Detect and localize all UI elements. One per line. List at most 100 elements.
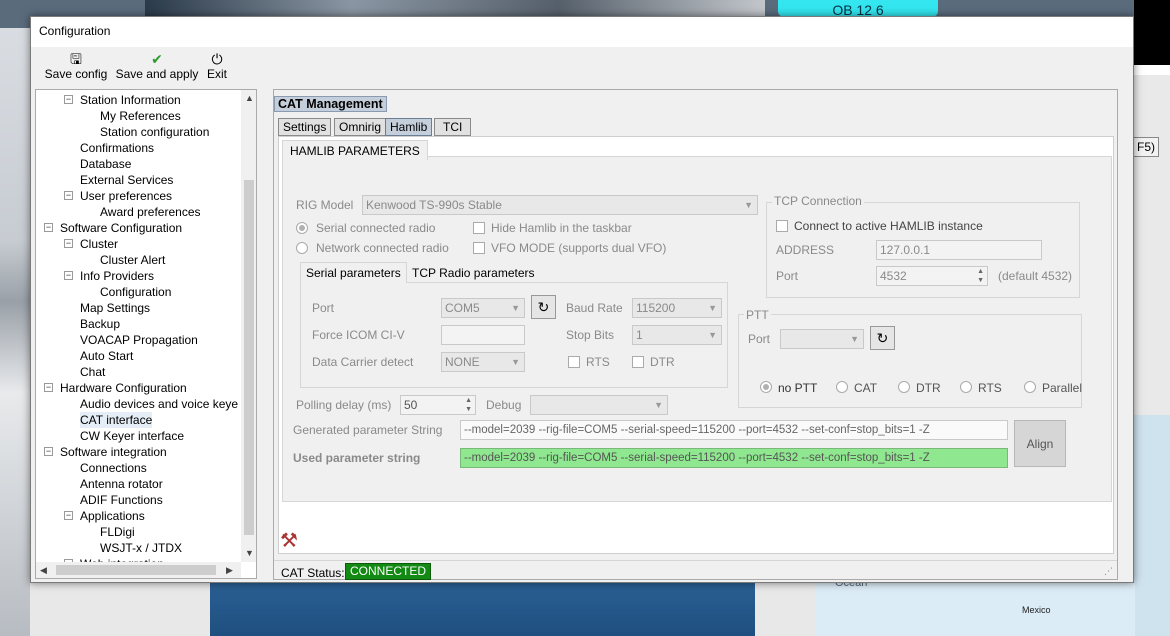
ptt-port-select[interactable]: ▼ xyxy=(780,329,864,349)
tree-item[interactable]: Antenna rotator xyxy=(80,476,163,492)
tree-item[interactable]: Auto Start xyxy=(80,348,133,364)
vfo-mode-checkbox[interactable] xyxy=(473,242,485,254)
settings-tree[interactable]: − Station Information My References Station… xyxy=(35,89,257,579)
cat-status-badge: CONNECTED xyxy=(345,563,432,580)
tree-item[interactable]: CW Keyer interface xyxy=(80,428,184,444)
tab-serial-parameters[interactable]: Serial parameters xyxy=(300,262,407,283)
tree-item[interactable]: Chat xyxy=(80,364,105,380)
ptt-option-radio[interactable] xyxy=(898,381,910,393)
cat-status-label: CAT Status: xyxy=(281,566,345,580)
force-icom-input[interactable] xyxy=(441,325,525,345)
tree-item[interactable]: User preferences xyxy=(80,188,172,204)
rts-checkbox[interactable] xyxy=(568,356,580,368)
tree-horizontal-thumb[interactable] xyxy=(56,565,216,575)
connect-hamlib-label: Connect to active HAMLIB instance xyxy=(794,219,983,233)
ptt-option-radio[interactable] xyxy=(836,381,848,393)
ptt-option-label: RTS xyxy=(978,381,1002,395)
ptt-option-label: CAT xyxy=(854,381,878,395)
chevron-down-icon: ▼ xyxy=(708,330,717,340)
tree-item[interactable]: VOACAP Propagation xyxy=(80,332,198,348)
tab-hamlib[interactable]: Hamlib xyxy=(385,118,433,136)
scroll-left-icon[interactable]: ◀ xyxy=(40,565,47,576)
connect-hamlib-checkbox[interactable] xyxy=(776,220,788,232)
tree-item[interactable]: Info Providers xyxy=(80,268,154,284)
used-parameter-input[interactable]: --model=2039 --rig-file=COM5 --serial-sp… xyxy=(460,448,1008,468)
tree-item[interactable]: Cluster Alert xyxy=(100,252,165,268)
baud-rate-label: Baud Rate xyxy=(566,301,623,315)
tree-item[interactable]: ADIF Functions xyxy=(80,492,163,508)
save-and-apply-button[interactable]: ✔ Save and apply xyxy=(115,51,199,83)
tree-toggle-icon[interactable]: − xyxy=(64,271,73,280)
tree-item[interactable]: External Services xyxy=(80,172,173,188)
tree-toggle-icon[interactable]: − xyxy=(44,447,53,456)
hide-hamlib-checkbox[interactable] xyxy=(473,222,485,234)
tree-item[interactable]: Configuration xyxy=(100,284,171,300)
tree-vertical-thumb[interactable] xyxy=(244,180,254,535)
dtr-checkbox[interactable] xyxy=(632,356,644,368)
tab-tci[interactable]: TCI xyxy=(434,118,472,136)
debug-select[interactable]: ▼ xyxy=(530,395,668,415)
tree-item[interactable]: Station Information xyxy=(80,92,181,108)
tab-hamlib-parameters[interactable]: HAMLIB PARAMETERS xyxy=(282,140,428,160)
title-bar[interactable]: Configuration xyxy=(31,17,1133,47)
tcp-port-spinbox[interactable]: 4532 ▲ ▼ xyxy=(876,266,988,286)
tree-item[interactable]: Audio devices and voice keye xyxy=(80,396,238,412)
tab-omnirig[interactable]: Omnirig xyxy=(334,118,387,136)
data-carrier-detect-select[interactable]: NONE ▼ xyxy=(441,352,525,372)
ptt-port-label: Port xyxy=(748,332,771,346)
refresh-ptt-ports-icon[interactable]: ↻ xyxy=(870,326,895,350)
tree-item[interactable]: My References xyxy=(100,108,181,124)
tab-tcp-radio-parameters[interactable]: TCP Radio parameters xyxy=(408,264,539,282)
tree-item[interactable]: Award preferences xyxy=(100,204,201,220)
tree-toggle-icon[interactable]: − xyxy=(64,191,73,200)
tree-item[interactable]: Database xyxy=(80,156,131,172)
network-radio-button[interactable] xyxy=(296,242,308,254)
tcp-connection-title: TCP Connection xyxy=(772,194,864,208)
polling-delay-spinbox[interactable]: 50 ▲ ▼ xyxy=(400,395,476,415)
tree-toggle-icon[interactable]: − xyxy=(64,95,73,104)
ptt-option-radio[interactable] xyxy=(1024,381,1036,393)
align-button[interactable]: Align xyxy=(1014,420,1066,467)
resize-grip-icon[interactable]: ⋰ xyxy=(1104,566,1113,577)
rig-model-select[interactable]: Kenwood TS-990s Stable ▼ xyxy=(362,195,758,215)
address-label: ADDRESS xyxy=(776,243,835,257)
address-input[interactable]: 127.0.0.1 xyxy=(876,240,1042,260)
background-toolbar xyxy=(1134,75,1170,415)
tree-item[interactable]: Applications xyxy=(80,508,145,524)
tab-settings[interactable]: Settings xyxy=(278,118,332,136)
tree-item[interactable]: FLDigi xyxy=(100,524,135,540)
tree-item[interactable]: Confirmations xyxy=(80,140,154,156)
tree-item[interactable]: Hardware Configuration xyxy=(60,380,187,396)
ptt-option-radio[interactable] xyxy=(960,381,972,393)
scroll-right-icon[interactable]: ▶ xyxy=(226,565,233,576)
tree-item[interactable]: Backup xyxy=(80,316,120,332)
chevron-down-icon: ▼ xyxy=(708,303,717,313)
serial-radio-button[interactable] xyxy=(296,222,308,234)
port-label: Port xyxy=(312,301,335,315)
rig-model-label: RIG Model xyxy=(296,198,354,212)
baud-rate-select[interactable]: 115200 ▼ xyxy=(632,298,722,318)
scroll-down-icon[interactable]: ▼ xyxy=(245,548,254,558)
tree-item[interactable]: Software Configuration xyxy=(60,220,182,236)
tree-item[interactable]: Connections xyxy=(80,460,147,476)
tree-item[interactable]: Software integration xyxy=(60,444,167,460)
tree-toggle-icon[interactable]: − xyxy=(44,223,53,232)
tree-item[interactable]: Map Settings xyxy=(80,300,150,316)
refresh-ports-icon[interactable]: ↻ xyxy=(531,295,556,319)
port-select[interactable]: COM5 ▼ xyxy=(441,298,525,318)
tree-item[interactable]: Cluster xyxy=(80,236,118,252)
tree-toggle-icon[interactable]: − xyxy=(64,511,73,520)
tree-toggle-icon[interactable]: − xyxy=(44,383,53,392)
spinner-icon: ▲ ▼ xyxy=(977,268,984,284)
scroll-up-icon[interactable]: ▲ xyxy=(245,93,254,103)
tree-item[interactable]: CAT interface xyxy=(80,412,153,428)
tree-item[interactable]: WSJT-x / JTDX xyxy=(100,540,182,556)
rts-label: RTS xyxy=(586,355,610,369)
tree-toggle-icon[interactable]: − xyxy=(64,239,73,248)
ptt-option-radio[interactable] xyxy=(760,381,772,393)
tree-item[interactable]: Station configuration xyxy=(100,124,209,140)
exit-button[interactable]: ⏻ Exit xyxy=(205,51,229,83)
generated-parameter-input[interactable]: --model=2039 --rig-file=COM5 --serial-sp… xyxy=(460,420,1008,440)
stop-bits-select[interactable]: 1 ▼ xyxy=(632,325,722,345)
save-config-button[interactable]: 🖫 Save config xyxy=(43,51,109,83)
